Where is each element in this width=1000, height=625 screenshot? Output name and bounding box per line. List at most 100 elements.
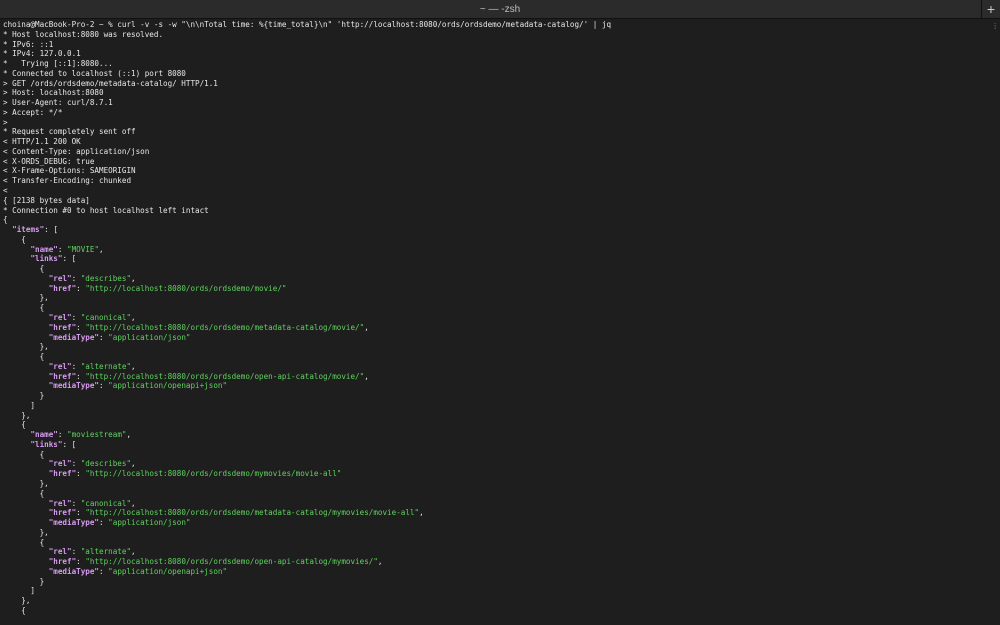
new-tab-button[interactable]: + [981,0,1000,18]
json-key: "href" [48,283,77,293]
window-titlebar: ~ — -zsh [0,0,1000,19]
json-key: "href" [48,371,77,381]
json-punctuation: { [3,234,26,244]
json-key: "mediaType" [48,518,100,528]
json-string: "canonical" [80,312,132,322]
json-punctuation: { [3,420,26,430]
json-punctuation: : [71,361,81,371]
terminal-line: < [3,186,8,196]
terminal-line: * Request completely sent off [3,127,136,137]
terminal-line: * Connected to localhost (::1) port 8080 [3,68,186,78]
json-key: "rel" [48,361,72,371]
json-punctuation: : [76,469,86,479]
json-punctuation: { [3,537,45,547]
json-punctuation [3,459,49,468]
json-punctuation [3,284,49,293]
json-string: "http://localhost:8080/ords/ordsdemo/met… [85,322,365,332]
json-punctuation [3,313,49,322]
json-punctuation: { [3,352,45,362]
json-key: "name" [30,430,58,440]
json-punctuation: : [ [62,254,77,264]
terminal-line: < Transfer-Encoding: chunked [3,176,132,186]
json-punctuation: : [71,498,81,508]
json-punctuation: , [99,244,104,254]
json-punctuation: ] [3,586,36,596]
terminal-line: } [3,577,988,587]
json-string: "http://localhost:8080/ords/ordsdemo/mym… [85,469,342,479]
json-punctuation [3,225,12,234]
terminal-line: "mediaType": "application/json" [3,518,988,528]
json-string: "MOVIE" [67,244,100,254]
json-key: "links" [30,254,63,264]
terminal-line: "href": "http://localhost:8080/ords/ords… [3,323,988,333]
json-string: "alternate" [80,547,132,557]
terminal-line: > [3,117,8,127]
json-key: "rel" [48,459,72,469]
json-string: "application/openapi+json" [108,381,228,391]
terminal-line: ] [3,586,988,596]
json-punctuation: : [99,381,109,391]
json-punctuation: : [99,518,109,528]
json-string: "alternate" [80,361,132,371]
json-punctuation [3,499,49,508]
terminal-line: }, [3,596,988,606]
json-punctuation [3,333,49,342]
json-punctuation: : [71,312,81,322]
json-punctuation [3,245,30,254]
json-punctuation: }, [3,410,31,420]
terminal-line: { [3,264,988,274]
terminal-line: { [3,606,988,616]
terminal-line: "rel": "alternate", [3,362,988,372]
terminal-line: * Trying [::1]:8080... [3,59,113,69]
terminal-line: "rel": "alternate", [3,547,988,557]
json-punctuation: : [99,566,109,576]
json-string: "application/openapi+json" [108,566,228,576]
terminal-line: "href": "http://localhost:8080/ords/ords… [3,557,988,567]
terminal-line: < Content-Type: application/json [3,146,150,156]
json-punctuation: : [76,283,86,293]
json-string: "application/json" [108,518,191,528]
json-punctuation: }, [3,478,49,488]
json-key: "links" [30,439,63,449]
terminal-line: }, [3,479,988,489]
json-punctuation [3,274,49,283]
terminal-line: > User-Agent: curl/8.7.1 [3,98,113,108]
terminal-output[interactable]: choina@MacBook-Pro-2 ~ % curl -v -s -w "… [3,20,988,625]
terminal-line: }, [3,528,988,538]
json-string: "http://localhost:8080/ords/ordsdemo/ope… [85,371,365,381]
json-punctuation: , [131,498,136,508]
json-key: "rel" [48,312,72,322]
json-punctuation: : [99,332,109,342]
terminal-line: { [3,303,988,313]
terminal-line: }, [3,342,988,352]
json-punctuation: : [76,557,86,567]
json-punctuation [3,557,49,566]
json-punctuation: , [126,430,132,440]
json-string: "http://localhost:8080/ords/ordsdemo/met… [85,508,420,518]
json-key: "name" [30,244,58,254]
json-punctuation: , [131,361,136,371]
json-punctuation: , [131,273,136,283]
terminal-line: "mediaType": "application/openapi+json" [3,567,988,577]
json-punctuation: : [71,459,81,469]
json-punctuation [3,254,30,263]
json-punctuation: : [71,273,81,283]
json-punctuation [3,547,49,556]
json-string: "application/json" [108,332,191,342]
json-punctuation: , [364,322,369,332]
terminal-line: < X-ORDS_DEBUG: true [3,156,95,166]
json-key: "href" [48,508,77,518]
json-key: "mediaType" [48,332,100,342]
json-punctuation: : [57,244,68,254]
terminal-line: { [3,450,988,460]
json-punctuation: : [76,508,86,518]
terminal-line: { [3,215,988,225]
json-key: "href" [48,557,77,567]
terminal-line: "name": "moviestream", [3,430,988,440]
terminal-line: "mediaType": "application/openapi+json" [3,381,988,391]
json-punctuation: : [ [44,225,58,235]
terminal-line: > Host: localhost:8080 [3,88,104,98]
scroll-indicator[interactable]: ⁞ [994,22,997,31]
terminal-line: { [3,420,988,430]
json-punctuation: : [ [62,439,77,449]
